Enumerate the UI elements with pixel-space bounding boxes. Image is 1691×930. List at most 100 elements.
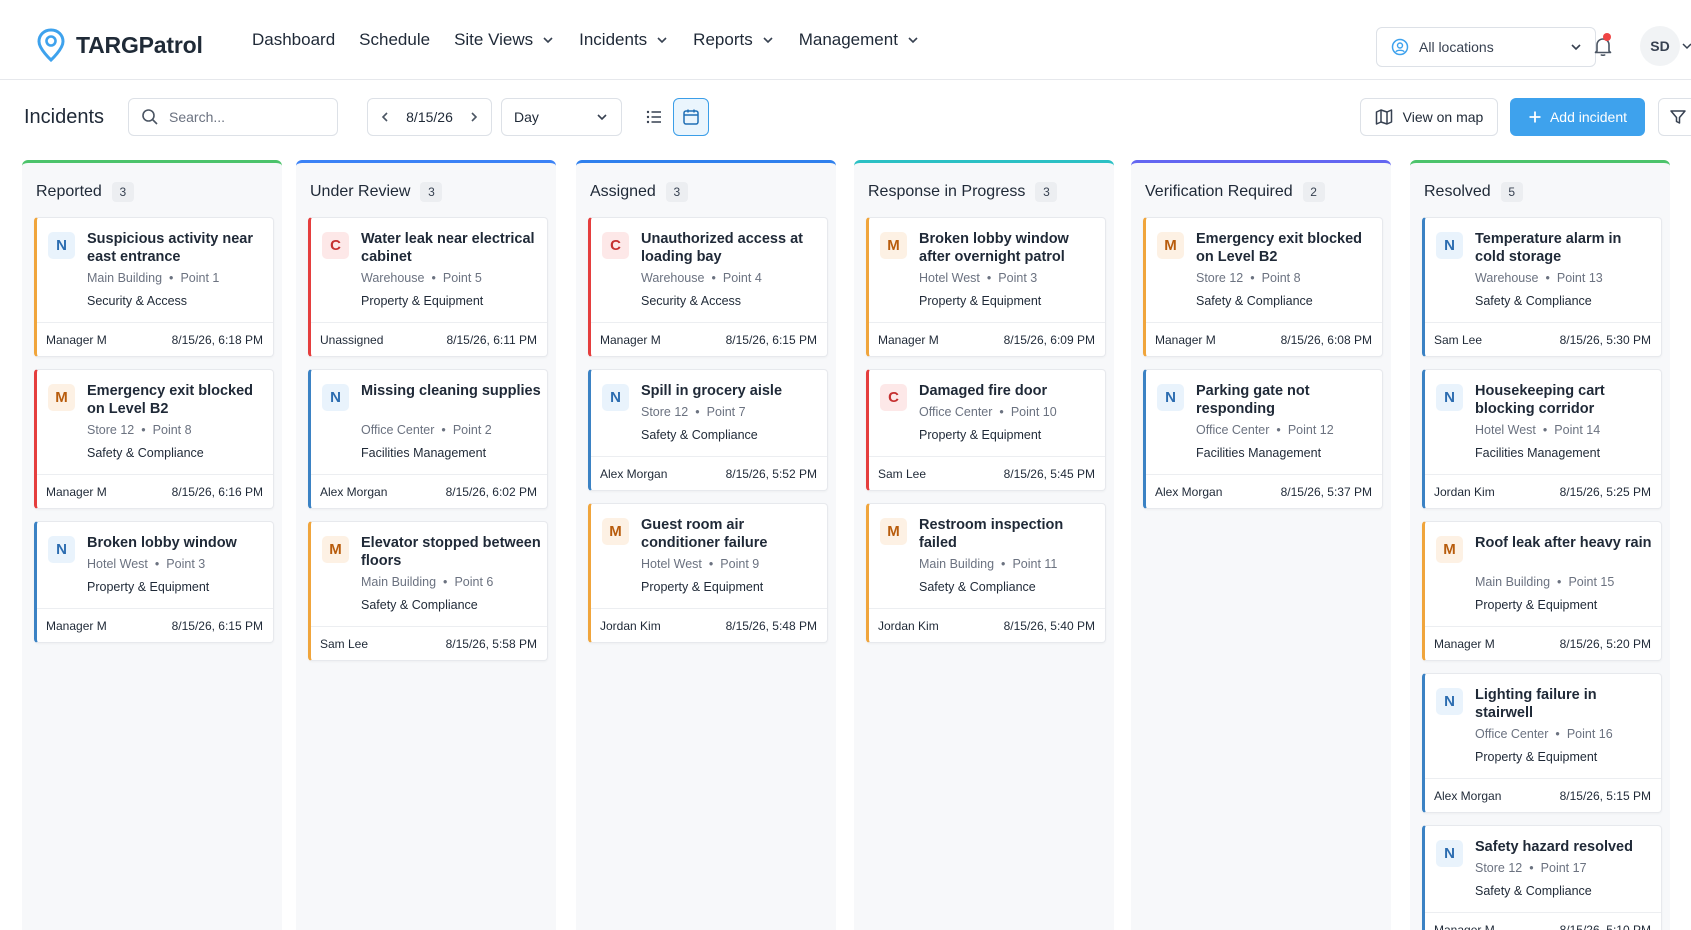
filter-button[interactable] — [1658, 98, 1691, 136]
separator-dot: • — [141, 423, 146, 437]
incident-card[interactable]: C Unauthorized access at loading bay Wareh… — [588, 217, 828, 357]
incident-category: Property & Equipment — [1475, 598, 1598, 612]
incident-card[interactable]: N Spill in grocery aisle Store 12 • Point 7S… — [588, 369, 828, 491]
incidents-toolbar: Incidents 8/15/26 Day View on map — [0, 80, 1691, 154]
nav-site-views[interactable]: Site Views — [454, 30, 555, 50]
incident-card[interactable]: N Lighting failure in stairwell Office Cen… — [1422, 673, 1662, 813]
site-name: Store 12 — [641, 405, 689, 419]
nav-reports[interactable]: Reports — [693, 30, 775, 50]
range-select[interactable]: Day — [501, 98, 622, 136]
priority-badge: C — [602, 232, 629, 259]
priority-badge: M — [322, 536, 349, 563]
point-name: Point 12 — [1287, 423, 1334, 437]
point-name: Point 15 — [1568, 575, 1615, 589]
incident-card[interactable]: N Temperature alarm in cold storage Wareho… — [1422, 217, 1662, 357]
incident-card[interactable]: M Roof leak after heavy rain Main Building… — [1422, 521, 1662, 661]
assignee: Jordan Kim — [878, 618, 939, 633]
point-name: Point 1 — [180, 271, 220, 285]
point-name: Point 4 — [722, 271, 762, 285]
site-name: Hotel West — [919, 271, 980, 285]
user-avatar[interactable]: SD — [1640, 26, 1680, 66]
point-name: Point 16 — [1566, 727, 1613, 741]
priority-badge: N — [1436, 232, 1463, 259]
column-verification-required: Verification Required 2 M Emergency exit bl… — [1131, 160, 1391, 930]
chevron-right-icon[interactable] — [467, 110, 481, 124]
incident-card[interactable]: M Emergency exit blocked on Level B2 Store… — [1143, 217, 1383, 357]
column-title: Resolved — [1424, 183, 1491, 200]
incident-location: Store 12 • Point 8 — [1196, 271, 1301, 285]
timestamp: 8/15/26, 5:30 PM — [1559, 332, 1651, 347]
site-name: Office Center — [1196, 423, 1270, 437]
search-box[interactable] — [128, 98, 338, 136]
incident-location: Main Building • Point 1 — [87, 271, 219, 285]
incident-location: Office Center • Point 2 — [361, 423, 492, 437]
add-incident-button[interactable]: Add incident — [1510, 98, 1645, 136]
site-name: Store 12 — [87, 423, 135, 437]
current-date[interactable]: 8/15/26 — [406, 109, 453, 125]
site-name: Office Center — [1475, 727, 1549, 741]
point-name: Point 11 — [1012, 557, 1058, 571]
column-title: Reported — [36, 183, 102, 200]
chevron-left-icon[interactable] — [378, 110, 392, 124]
nav-management[interactable]: Management — [799, 30, 920, 50]
assignee: Manager M — [600, 332, 661, 347]
nav-incidents[interactable]: Incidents — [579, 30, 669, 50]
calendar-icon — [683, 109, 699, 125]
incident-card[interactable]: N Missing cleaning supplies Office Center •… — [308, 369, 548, 509]
assignee: Manager M — [46, 484, 107, 499]
card-footer: Alex Morgan 8/15/26, 5:37 PM — [1146, 474, 1382, 508]
chevron-down-icon[interactable] — [1681, 40, 1691, 52]
view-on-map-button[interactable]: View on map — [1360, 98, 1498, 136]
incident-title: Parking gate not responding — [1196, 383, 1310, 417]
assignee: Alex Morgan — [1434, 788, 1502, 803]
incident-location: Warehouse • Point 5 — [361, 271, 482, 285]
incident-card[interactable]: C Damaged fire door Office Center • Point 10… — [866, 369, 1106, 491]
incident-card[interactable]: N Safety hazard resolved Store 12 • Point 17… — [1422, 825, 1662, 930]
card-footer: Unassigned 8/15/26, 6:11 PM — [311, 322, 547, 356]
point-name: Point 17 — [1540, 861, 1587, 875]
site-name: Office Center — [919, 405, 993, 419]
separator-dot: • — [1250, 271, 1255, 285]
timestamp: 8/15/26, 6:15 PM — [725, 332, 817, 347]
nav-schedule[interactable]: Schedule — [359, 30, 430, 50]
column-count-badge: 3 — [111, 182, 134, 202]
search-input[interactable] — [169, 109, 319, 125]
site-name: Hotel West — [641, 557, 702, 571]
app-logo[interactable]: TARGPatrol — [36, 28, 203, 62]
separator-dot: • — [1555, 727, 1560, 741]
board-view-button[interactable] — [673, 98, 709, 136]
priority-badge: N — [1157, 384, 1184, 411]
incident-card[interactable]: M Restroom inspection failed Main Building… — [866, 503, 1106, 643]
list-view-button[interactable] — [636, 98, 672, 136]
incident-card[interactable]: M Elevator stopped between floors Main Bui… — [308, 521, 548, 661]
incident-card[interactable]: N Housekeeping cart blocking corridor Hote… — [1422, 369, 1662, 509]
column-response-in-progress: Response in Progress 3 M Broken lobby windo… — [854, 160, 1114, 930]
incident-location: Store 12 • Point 8 — [87, 423, 192, 437]
incident-card[interactable]: M Guest room air conditioner failure Hotel… — [588, 503, 828, 643]
column-count-badge: 3 — [420, 182, 443, 202]
incident-card[interactable]: M Broken lobby window after overnight pat… — [866, 217, 1106, 357]
column-title: Verification Required — [1145, 183, 1293, 200]
card-footer: Jordan Kim 8/15/26, 5:40 PM — [869, 608, 1105, 642]
card-footer: Sam Lee 8/15/26, 5:30 PM — [1425, 322, 1661, 356]
incident-card[interactable]: N Parking gate not responding Office Cente… — [1143, 369, 1383, 509]
priority-badge: C — [322, 232, 349, 259]
location-select[interactable]: All locations — [1376, 27, 1596, 67]
incident-card[interactable]: N Broken lobby window Hotel West • Point 3 Pr… — [34, 521, 274, 643]
avatar-initials: SD — [1650, 38, 1670, 54]
map-button-label: View on map — [1402, 109, 1484, 125]
column-header: Response in Progress 3 — [868, 182, 1058, 202]
column-under-review: Under Review 3 C Water leak near electrical… — [296, 160, 556, 930]
column-count-badge: 3 — [665, 182, 688, 202]
location-label: All locations — [1419, 39, 1494, 55]
incident-location: Office Center • Point 10 — [919, 405, 1057, 419]
incident-card[interactable]: M Emergency exit blocked on Level B2 Store… — [34, 369, 274, 509]
nav-dashboard[interactable]: Dashboard — [252, 30, 335, 50]
column-header: Reported 3 — [36, 182, 134, 202]
incident-card[interactable]: N Suspicious activity near east entrance M… — [34, 217, 274, 357]
priority-badge: M — [880, 518, 907, 545]
add-button-label: Add incident — [1549, 109, 1628, 125]
incident-card[interactable]: C Water leak near electrical cabinet Wareh… — [308, 217, 548, 357]
separator-dot: • — [708, 557, 714, 571]
chevron-down-icon — [657, 37, 667, 44]
